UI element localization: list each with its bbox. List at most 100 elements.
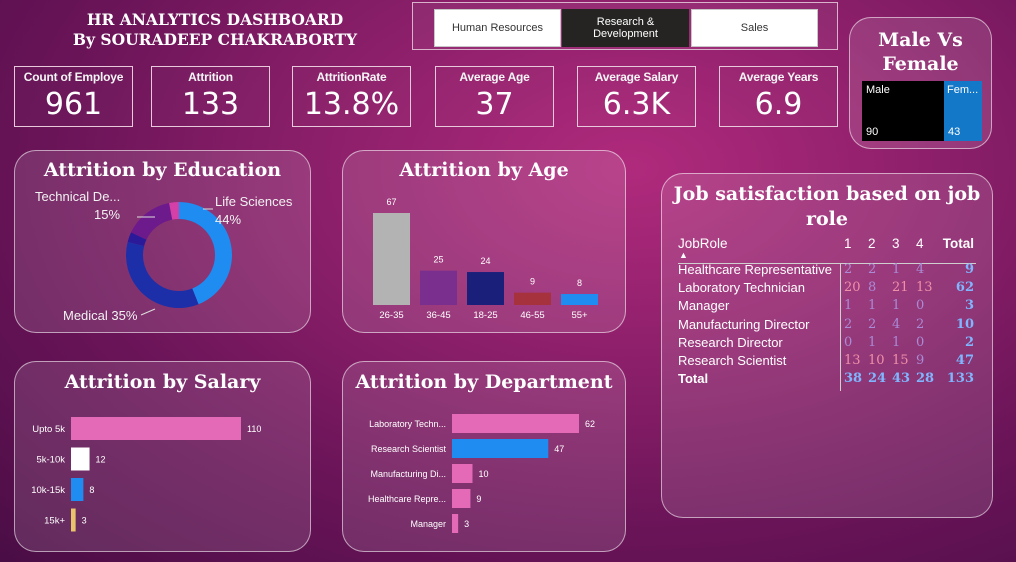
js-title-line2: role bbox=[806, 208, 848, 230]
age-bar[interactable] bbox=[514, 292, 551, 305]
label-life-sciences: Life Sciences bbox=[215, 194, 293, 209]
dept-bar[interactable] bbox=[452, 514, 459, 533]
age-bar-value: 67 bbox=[386, 197, 396, 207]
row-total: 133 bbox=[946, 371, 974, 387]
row-value-1: 1 bbox=[844, 298, 853, 314]
dept-bar-value: 62 bbox=[585, 419, 595, 429]
kpi-label: Count of Employe bbox=[23, 70, 124, 84]
age-bar-value: 9 bbox=[530, 277, 535, 287]
row-value-4: 13 bbox=[916, 280, 933, 296]
slicer-sales[interactable]: Sales bbox=[691, 9, 818, 47]
header-1[interactable]: 1 bbox=[844, 236, 852, 251]
dept-bar[interactable] bbox=[452, 464, 473, 483]
row-value-3: 1 bbox=[892, 262, 901, 277]
female-value: 43 bbox=[948, 126, 961, 138]
age-bar[interactable] bbox=[420, 270, 457, 305]
age-bar-value: 8 bbox=[577, 278, 582, 288]
dept-category-label: Manufacturing Di... bbox=[370, 469, 446, 479]
salary-bar-value: 8 bbox=[89, 485, 94, 495]
matrix-total-row[interactable]: Total 38 24 43 28 133 bbox=[678, 371, 976, 389]
matrix-row[interactable]: Manager 1 1 1 0 3 bbox=[678, 298, 976, 316]
kpi-label: Attrition bbox=[188, 70, 233, 84]
male-tile[interactable]: Male 90 bbox=[862, 81, 944, 141]
age-bar[interactable] bbox=[373, 213, 410, 305]
row-total: 9 bbox=[964, 262, 974, 277]
header-jobrole[interactable]: JobRole bbox=[678, 236, 728, 251]
header-3[interactable]: 3 bbox=[892, 236, 900, 251]
salary-bar[interactable] bbox=[71, 417, 241, 440]
header-4[interactable]: 4 bbox=[916, 236, 924, 251]
slicer-human-resources[interactable]: Human Resources bbox=[434, 9, 561, 47]
age-category-label: 36-45 bbox=[426, 310, 450, 321]
age-category-label: 18-25 bbox=[473, 310, 497, 321]
row-value-2: 2 bbox=[868, 316, 877, 332]
row-jobrole: Research Director bbox=[678, 334, 783, 350]
department-slicer: Human Resources Research & Development S… bbox=[412, 2, 838, 50]
dept-bar[interactable] bbox=[452, 439, 549, 458]
dashboard-title-line1: HR ANALYTICS DASHBOARD bbox=[86, 10, 344, 29]
female-tile[interactable]: Fem... 43 bbox=[944, 81, 982, 141]
salary-category-label: 5k-10k bbox=[36, 455, 65, 466]
dashboard-title: HR ANALYTICS DASHBOARD By SOURADEEP CHAK… bbox=[40, 10, 390, 50]
row-value-4: 0 bbox=[916, 298, 925, 314]
department-card: Attrition by Department Laboratory Techn… bbox=[342, 361, 626, 552]
kpi-label: Average Age bbox=[459, 70, 530, 84]
donut-slice-medical[interactable] bbox=[125, 241, 199, 308]
department-bars: Laboratory Techn... 62 Research Scientist 4… bbox=[368, 414, 595, 533]
male-value: 90 bbox=[866, 126, 879, 138]
sort-arrow-icon[interactable]: ▲ bbox=[679, 250, 688, 260]
matrix-row[interactable]: Research Director 0 1 1 0 2 bbox=[678, 335, 976, 353]
header-2[interactable]: 2 bbox=[868, 236, 876, 251]
row-jobrole: Healthcare Representative bbox=[678, 262, 832, 277]
male-label: Male bbox=[866, 84, 890, 96]
salary-category-label: 10k-15k bbox=[31, 485, 65, 496]
salary-bars: Upto 5k 110 5k-10k 12 10k-15k 8 15k+ 3 bbox=[31, 417, 261, 532]
kpi-attrition-rate: AttritionRate 13.8% bbox=[292, 66, 411, 127]
male-vs-female-title: Male Vs Female bbox=[850, 28, 991, 76]
matrix-row[interactable]: Research Scientist 13 10 15 9 47 bbox=[678, 353, 976, 371]
dashboard-title-line2: By SOURADEEP CHAKRABORTY bbox=[72, 30, 358, 49]
dept-bar[interactable] bbox=[452, 489, 471, 508]
age-category-label: 46-55 bbox=[520, 310, 544, 321]
salary-bar[interactable] bbox=[71, 447, 90, 471]
male-vs-female-card: Male Vs Female Male 90 Fem... 43 bbox=[849, 17, 992, 149]
slicer-research-development[interactable]: Research & Development bbox=[562, 9, 689, 47]
header-total[interactable]: Total bbox=[943, 236, 974, 251]
job-satisfaction-title: Job satisfaction based on job role bbox=[662, 182, 992, 232]
age-bars: 67 26-35 25 36-45 24 18-25 9 46-55 8 55+ bbox=[373, 197, 598, 321]
row-total: 2 bbox=[964, 334, 974, 350]
dept-bar-value: 3 bbox=[464, 519, 469, 529]
donut-slice-technical-degree[interactable] bbox=[131, 202, 173, 240]
row-value-4: 28 bbox=[916, 371, 935, 387]
kpi-value: 961 bbox=[44, 87, 103, 122]
row-value-2: 1 bbox=[868, 334, 877, 350]
age-bar[interactable] bbox=[561, 294, 598, 305]
row-total: 3 bbox=[964, 298, 974, 314]
dept-category-label: Healthcare Repre... bbox=[368, 494, 446, 504]
dept-bar[interactable] bbox=[452, 414, 579, 433]
row-value-1: 2 bbox=[844, 316, 853, 332]
row-value-1: 0 bbox=[844, 334, 853, 350]
salary-bar[interactable] bbox=[71, 508, 76, 532]
salary-bar[interactable] bbox=[71, 478, 84, 501]
salary-bar-value: 110 bbox=[247, 424, 261, 434]
matrix-row[interactable]: Laboratory Technician 20 8 21 13 62 bbox=[678, 280, 976, 298]
row-value-1: 38 bbox=[844, 371, 863, 387]
age-category-label: 26-35 bbox=[379, 310, 403, 321]
row-jobrole: Laboratory Technician bbox=[678, 280, 805, 296]
age-bar[interactable] bbox=[467, 272, 504, 305]
education-donut-chart: Technical De... 15% Life Sciences 44% Me… bbox=[35, 189, 293, 323]
row-value-2: 2 bbox=[868, 262, 877, 277]
matrix-row[interactable]: Healthcare Representative 2 2 1 4 9 bbox=[678, 262, 976, 280]
matrix-body: Healthcare Representative 2 2 1 4 9 Laboratory… bbox=[678, 262, 976, 389]
age-bar-value: 25 bbox=[433, 255, 443, 265]
salary-bar-chart: Upto 5k 110 5k-10k 12 10k-15k 8 15k+ 3 bbox=[31, 417, 261, 532]
matrix-row[interactable]: Manufacturing Director 2 2 4 2 10 bbox=[678, 317, 976, 335]
leader-medical bbox=[140, 308, 156, 316]
row-value-2: 24 bbox=[868, 371, 887, 387]
dept-bar-value: 47 bbox=[554, 444, 564, 454]
salary-card: Attrition by Salary Upto 5k 110 5k-10k 12 10… bbox=[14, 361, 311, 552]
kpi-value: 133 bbox=[181, 87, 240, 122]
row-value-2: 1 bbox=[868, 298, 877, 314]
row-value-2: 10 bbox=[868, 352, 885, 368]
